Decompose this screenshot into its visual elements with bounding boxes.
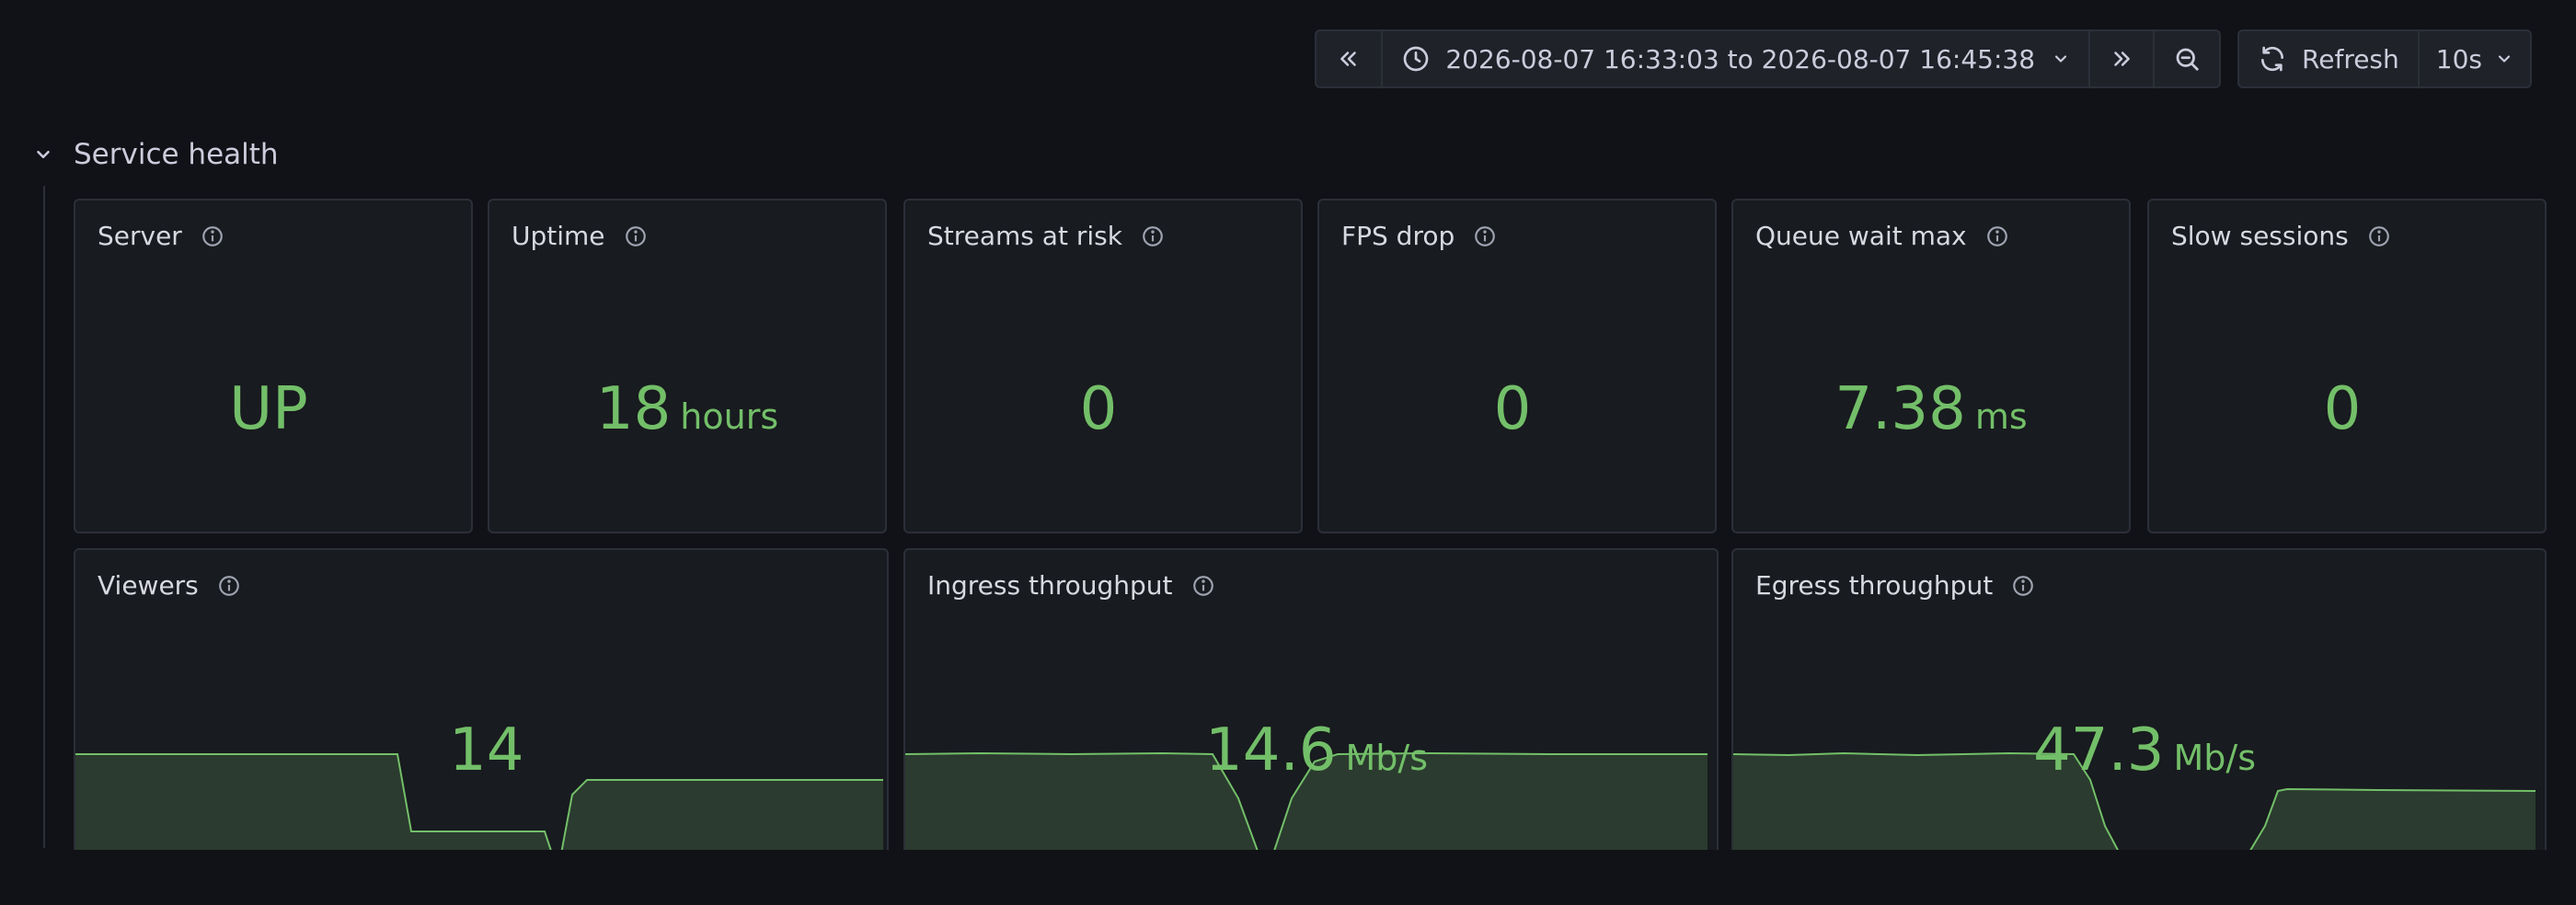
panel-streams-at-risk[interactable]: Streams at risk 0 bbox=[903, 199, 1303, 533]
panel-title-row: Egress throughput bbox=[1755, 570, 2035, 601]
panel-egress-throughput[interactable]: Egress throughput 47.3 Mb/s bbox=[1731, 548, 2547, 850]
stat-unit: Mb/s bbox=[1345, 738, 1429, 778]
panel-fps-drop[interactable]: FPS drop 0 bbox=[1317, 199, 1717, 533]
stat-value: UP bbox=[75, 380, 471, 439]
panel-title-row: FPS drop bbox=[1341, 221, 1497, 251]
stat-number: UP bbox=[229, 375, 308, 443]
panel-title: Server bbox=[98, 221, 182, 251]
stat-value: 7.38 ms bbox=[1733, 380, 2129, 439]
panel-title-row: Server bbox=[98, 221, 224, 251]
panel-slow-sessions[interactable]: Slow sessions 0 bbox=[2147, 199, 2547, 533]
panel-title-row: Uptime bbox=[512, 221, 648, 251]
panel-ingress-throughput[interactable]: Ingress throughput 14.6 Mb/s bbox=[903, 548, 1719, 850]
stat-number: 7.38 bbox=[1834, 375, 1966, 443]
info-icon[interactable] bbox=[1191, 574, 1215, 598]
panel-queue-wait-max[interactable]: Queue wait max 7.38 ms bbox=[1731, 199, 2131, 533]
stat-number: 14.6 bbox=[1205, 716, 1337, 785]
panel-title: Viewers bbox=[98, 570, 199, 601]
dashboard-canvas: Server UP Uptime 18 hours Streams at risk… bbox=[0, 0, 2576, 850]
info-icon[interactable] bbox=[217, 574, 241, 598]
panel-title: Uptime bbox=[512, 221, 605, 251]
stat-unit: ms bbox=[1974, 396, 2028, 437]
panel-server[interactable]: Server UP bbox=[74, 199, 473, 533]
egress-value: 47.3 Mb/s bbox=[2033, 721, 2256, 780]
info-icon[interactable] bbox=[1985, 224, 2009, 248]
panel-title: Slow sessions bbox=[2171, 221, 2349, 251]
stat-number: 18 bbox=[595, 375, 672, 443]
panel-title: Egress throughput bbox=[1755, 570, 1994, 601]
panel-title: Ingress throughput bbox=[927, 570, 1173, 601]
info-icon[interactable] bbox=[1141, 224, 1165, 248]
ingress-value: 14.6 Mb/s bbox=[1205, 721, 1428, 780]
panel-title-row: Ingress throughput bbox=[927, 570, 1215, 601]
info-icon[interactable] bbox=[201, 224, 224, 248]
stat-number: 14 bbox=[449, 716, 524, 785]
panel-title-row: Queue wait max bbox=[1755, 221, 2009, 251]
panel-viewers[interactable]: Viewers 14 bbox=[74, 548, 889, 850]
info-icon[interactable] bbox=[2367, 224, 2391, 248]
panel-title: Streams at risk bbox=[927, 221, 1122, 251]
stat-unit: hours bbox=[680, 396, 779, 437]
stat-number: 0 bbox=[1079, 375, 1118, 443]
panel-title-row: Streams at risk bbox=[927, 221, 1165, 251]
info-icon[interactable] bbox=[1473, 224, 1497, 248]
stat-value: 18 hours bbox=[489, 380, 885, 439]
info-icon[interactable] bbox=[2011, 574, 2035, 598]
panel-uptime[interactable]: Uptime 18 hours bbox=[488, 199, 887, 533]
stat-number: 0 bbox=[2323, 375, 2362, 443]
viewers-value: 14 bbox=[449, 721, 533, 780]
stat-value: 0 bbox=[905, 380, 1301, 439]
stat-unit: Mb/s bbox=[2173, 738, 2257, 778]
panel-title-row: Slow sessions bbox=[2171, 221, 2391, 251]
stat-number: 47.3 bbox=[2033, 716, 2165, 785]
panel-title: FPS drop bbox=[1341, 221, 1455, 251]
stat-value: 0 bbox=[2149, 380, 2545, 439]
info-icon[interactable] bbox=[624, 224, 648, 248]
stat-number: 0 bbox=[1493, 375, 1532, 443]
stat-value: 0 bbox=[1319, 380, 1715, 439]
panel-title: Queue wait max bbox=[1755, 221, 1967, 251]
panel-title-row: Viewers bbox=[98, 570, 241, 601]
